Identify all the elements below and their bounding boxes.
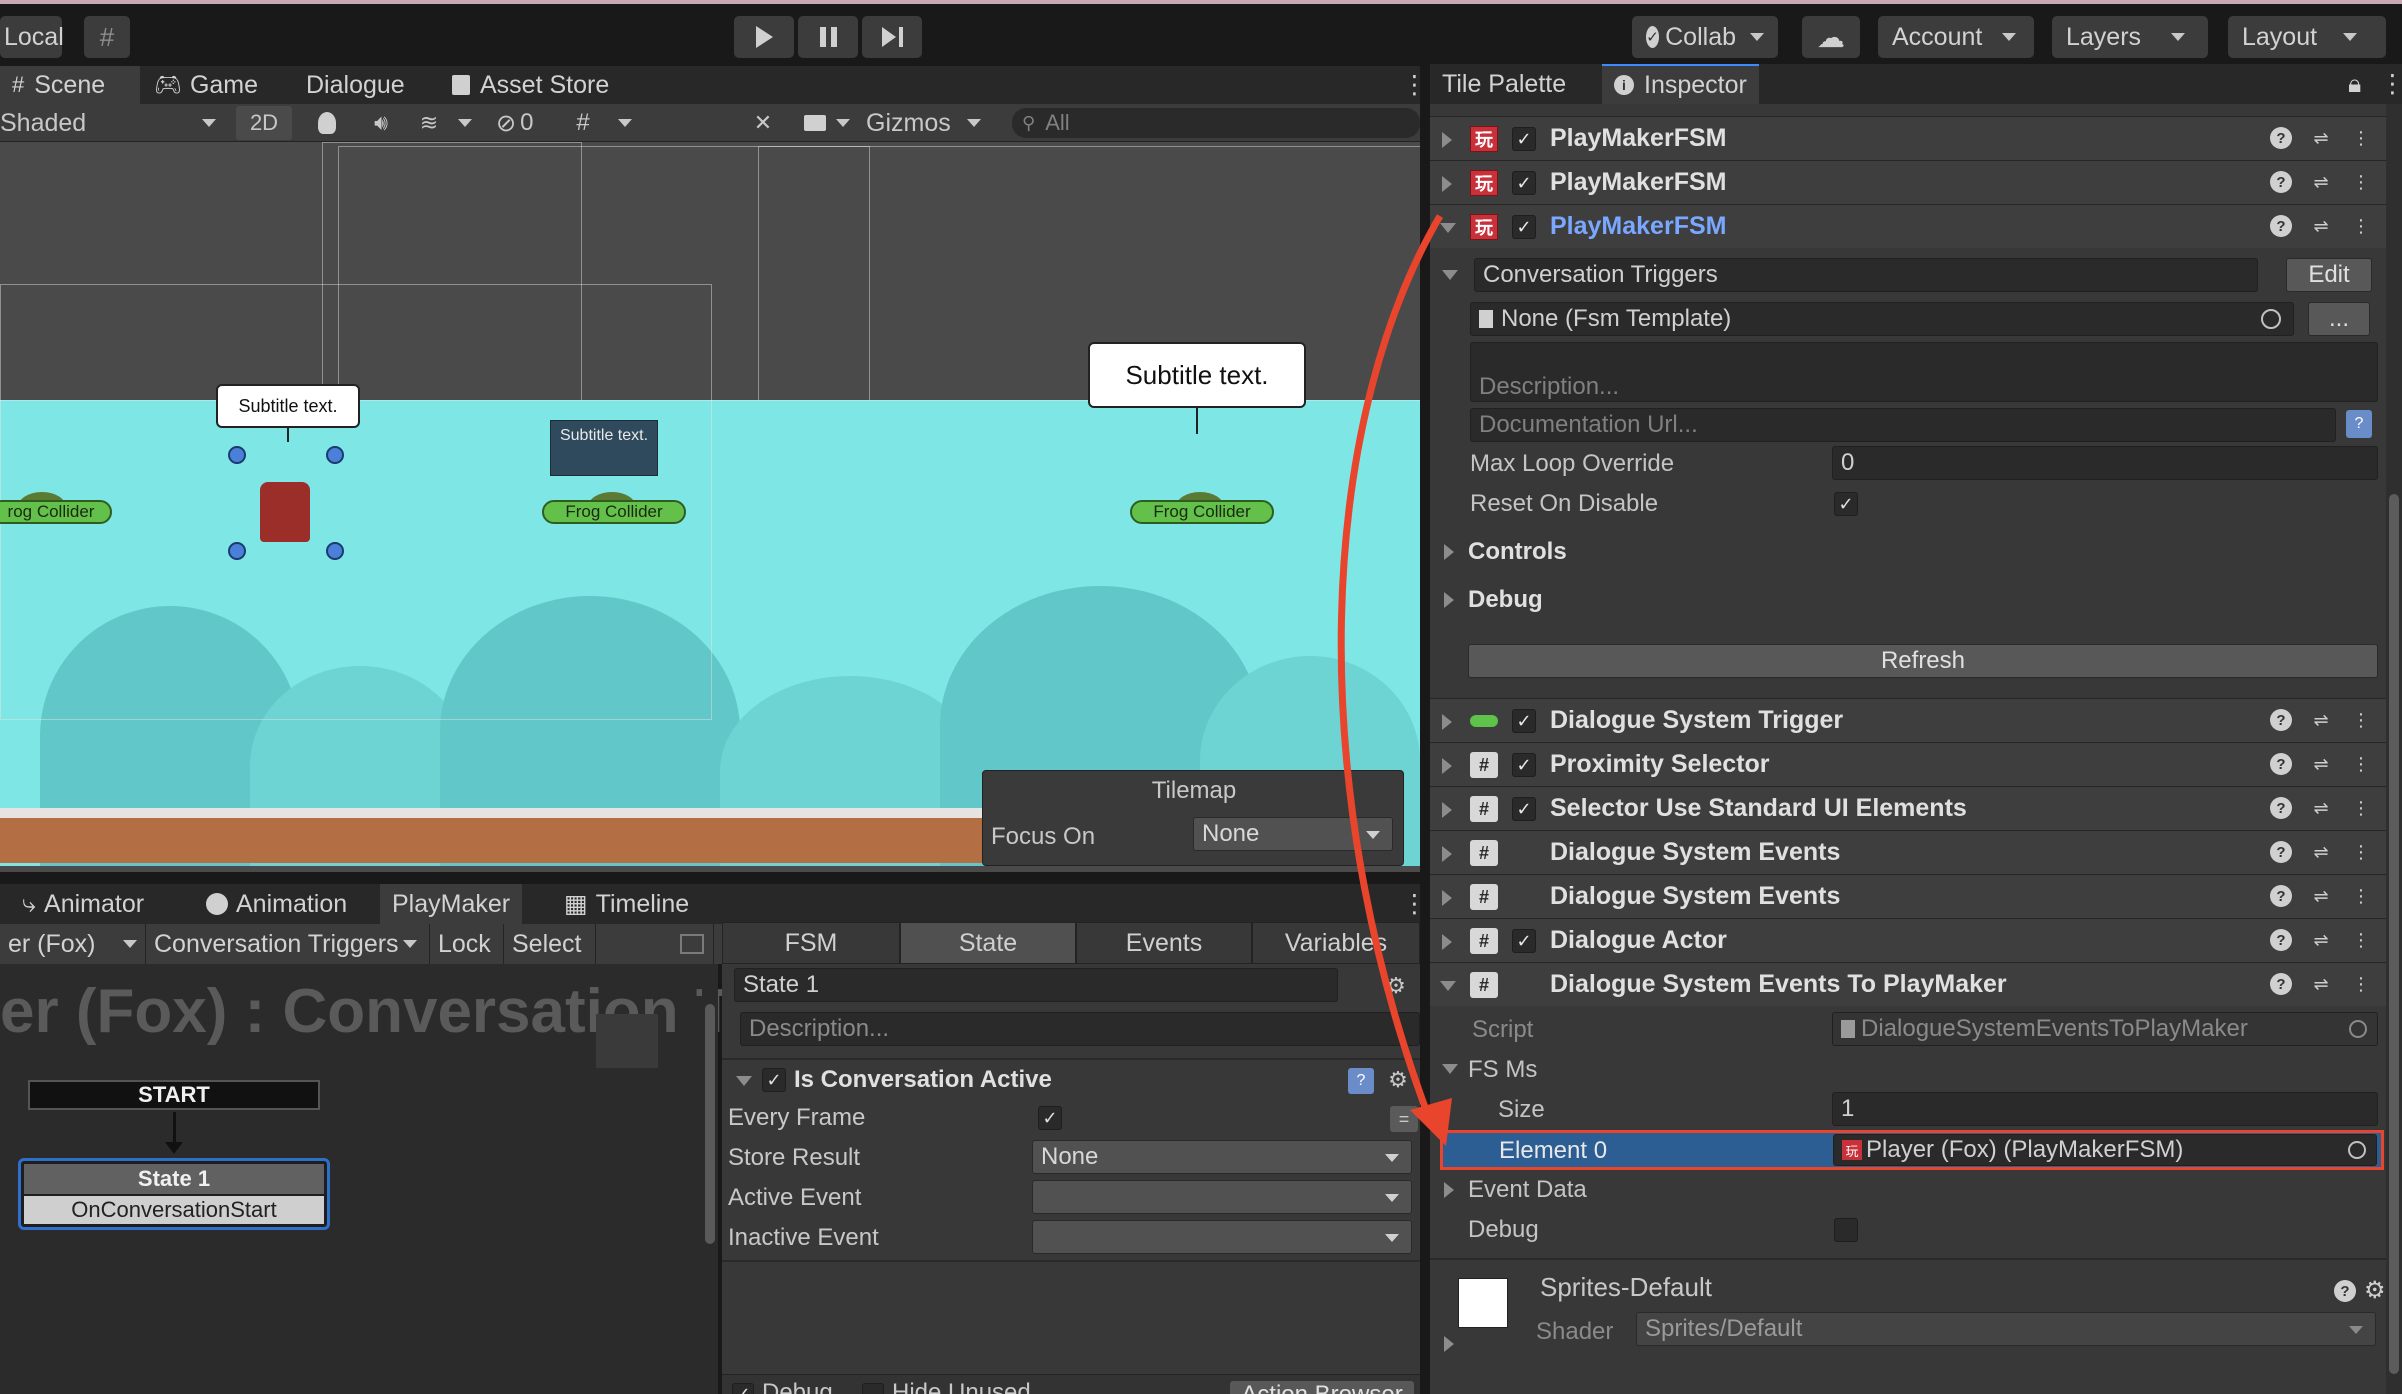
annotation-arrow (1337, 214, 1452, 1146)
